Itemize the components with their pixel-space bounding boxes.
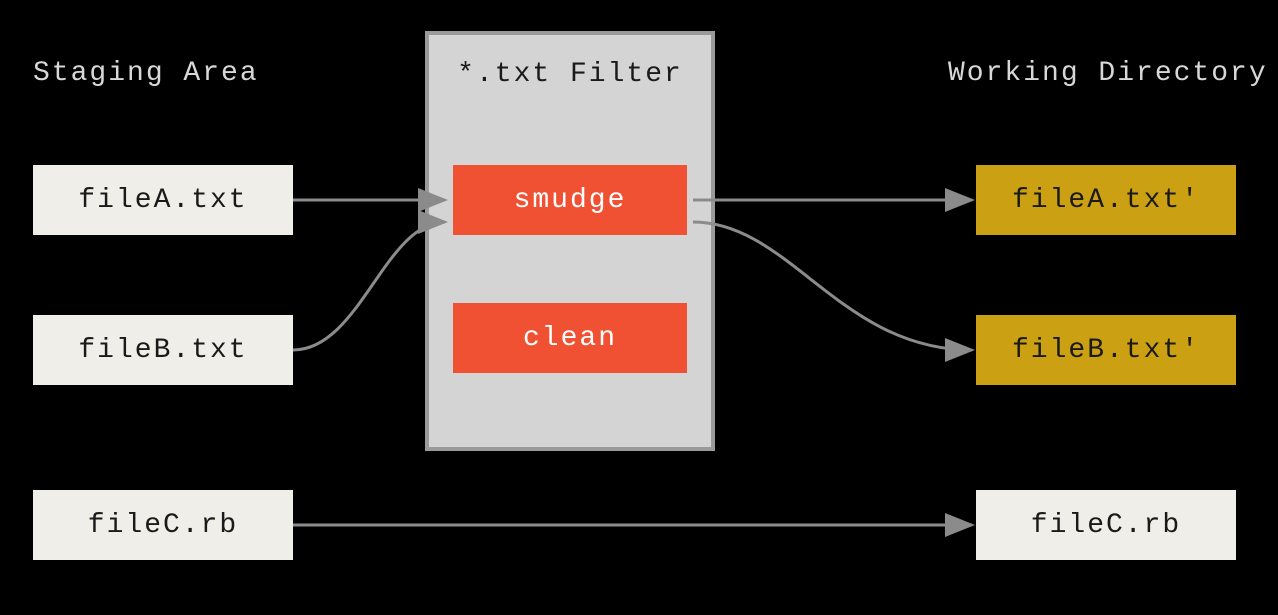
working-file-c: fileC.rb xyxy=(976,490,1236,560)
smudge-filter: smudge xyxy=(453,165,687,235)
staging-file-a: fileA.txt xyxy=(33,165,293,235)
arrow-fileb-to-smudge xyxy=(293,222,445,350)
working-file-a: fileA.txt' xyxy=(976,165,1236,235)
working-file-b: fileB.txt' xyxy=(976,315,1236,385)
arrow-smudge-to-fileb xyxy=(693,222,972,350)
staging-file-b: fileB.txt xyxy=(33,315,293,385)
filter-title: *.txt Filter xyxy=(429,59,711,90)
staging-file-c: fileC.rb xyxy=(33,490,293,560)
staging-area-heading: Staging Area xyxy=(33,58,259,89)
clean-filter: clean xyxy=(453,303,687,373)
working-directory-heading: Working Directory xyxy=(948,58,1268,89)
filter-container: *.txt Filter smudge clean xyxy=(425,31,715,451)
